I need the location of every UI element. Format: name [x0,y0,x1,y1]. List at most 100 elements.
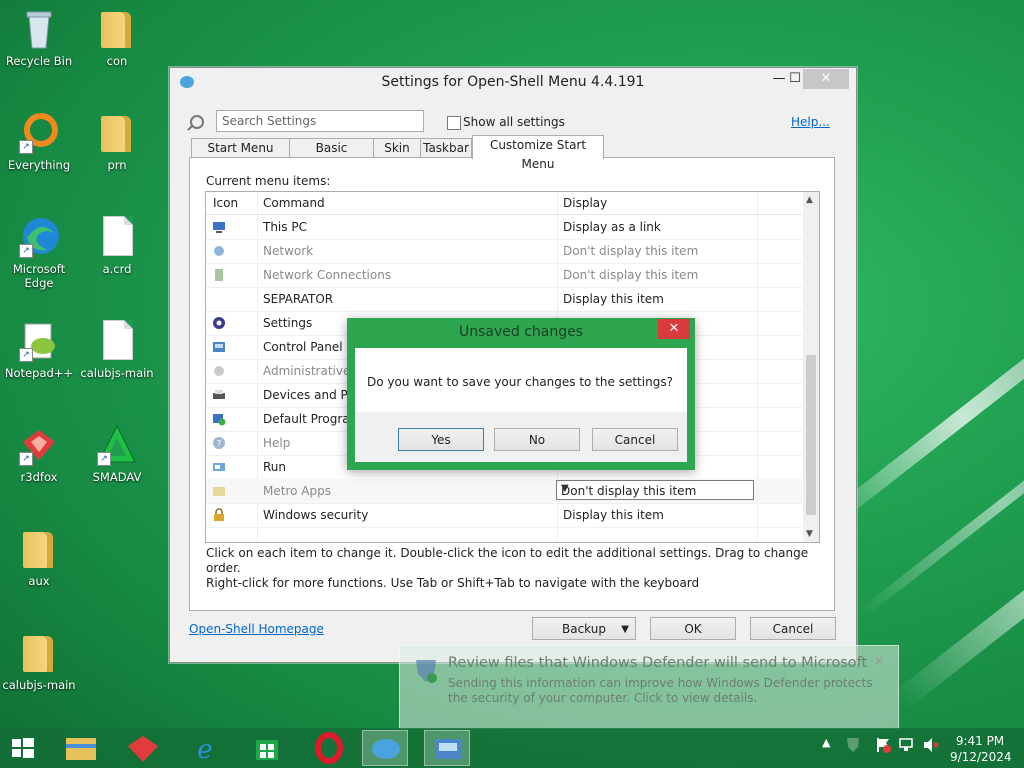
folder-icon [17,630,61,674]
taskbar-store[interactable] [244,730,290,766]
taskbar-opera[interactable] [306,730,352,766]
shortcut-arrow-icon: ↗ [19,244,33,258]
desktop-icon-recycle-bin[interactable]: Recycle Bin [1,6,77,68]
desktop-icon-notepadpp[interactable]: ↗ Notepad++ [1,318,77,380]
clock-time: 9:41 PM [955,734,1005,748]
tab-start-menu-style[interactable]: Start Menu Style [191,138,290,174]
desktop-icon-label: r3dfox [20,470,58,484]
notification-close-icon[interactable]: ✕ [874,654,884,668]
r3dfox-icon: ↗ [17,422,61,466]
desktop-icon-everything[interactable]: ↗ Everything [1,110,77,172]
dialog-close-button[interactable]: ✕ [658,319,690,339]
defender-notification[interactable]: Review files that Windows Defender will … [399,645,899,729]
control-panel-icon [213,342,225,352]
defender-tray-icon[interactable] [845,736,861,754]
action-center-flag-icon[interactable] [874,736,892,754]
open-shell-icon [372,739,400,759]
dialog-body: Do you want to save your changes to the … [355,348,687,412]
shortcut-arrow-icon: ↗ [19,140,33,154]
tab-taskbar[interactable]: Taskbar [420,138,472,158]
scroll-down-icon[interactable]: ▼ [806,529,813,539]
column-header-display[interactable]: Display [563,196,607,210]
tab-customize-start-menu[interactable]: Customize Start Menu [472,135,604,171]
taskbar-file-explorer[interactable] [58,730,104,766]
current-items-label: Current menu items: [206,174,331,188]
taskbar-r3dfox[interactable] [120,730,166,766]
close-button[interactable]: ✕ [803,69,849,89]
search-input[interactable] [216,110,424,132]
help-link[interactable]: Help... [791,115,830,129]
volume-muted-icon[interactable] [922,736,940,754]
display-dropdown[interactable]: Don't display this item ▼ [556,480,754,500]
cancel-button[interactable]: Cancel [750,617,836,640]
taskbar-open-shell-settings[interactable] [362,730,408,766]
taskbar-clock[interactable]: 9:41 PM 9/12/2024 [950,733,1012,765]
desktop-icon-label: SMADAV [92,470,142,484]
dialog-message: Do you want to save your changes to the … [367,375,673,389]
desktop-icon-label: Microsoft Edge [12,262,66,290]
search-icon [190,115,204,129]
list-item[interactable]: Network Connections Don't display this i… [206,263,802,288]
no-button[interactable]: No [494,428,580,451]
taskbar-control-panel[interactable] [424,730,470,766]
yes-button[interactable]: Yes [398,428,484,451]
start-button[interactable] [0,730,46,766]
backup-button[interactable]: Backup ▼ [532,617,636,640]
desktop-icon-prn[interactable]: prn [79,110,155,172]
settings-gear-icon [213,317,225,329]
item-command: Control Panel [263,340,343,354]
ok-button[interactable]: OK [650,617,736,640]
column-header-icon[interactable]: Icon [213,196,238,210]
desktop-icon-calubjs-main-folder[interactable]: calubjs-main [1,630,77,692]
dialog-cancel-button[interactable]: Cancel [592,428,678,451]
control-panel-icon [435,739,461,759]
list-item[interactable]: Windows security Display this item [206,503,802,528]
folder-icon [95,6,139,50]
desktop-icon-edge[interactable]: ↗ Microsoft Edge [1,214,77,290]
show-all-settings-checkbox[interactable] [447,116,461,130]
clock-date: 9/12/2024 [950,750,1012,764]
desktop-icon-label: prn [107,158,127,172]
list-item[interactable]: Metro Apps Don't display this item ▼ [206,479,802,504]
item-command: Settings [263,316,313,330]
taskbar: e ▲ [0,728,1024,768]
notepadpp-icon: ↗ [17,318,61,362]
dialog-footer: Yes No Cancel [355,412,687,462]
tab-basic-settings[interactable]: Basic Settings [289,138,374,174]
column-header-command[interactable]: Command [263,196,325,210]
desktop-icon-label: con [106,54,128,68]
window-titlebar[interactable]: Settings for Open-Shell Menu 4.4.191 — ☐… [170,68,856,96]
list-item[interactable]: This PC Display as a link [206,215,802,240]
list-scrollbar[interactable]: ▲ ▼ [803,192,819,542]
unsaved-changes-dialog: Unsaved changes ✕ Do you want to save yo… [347,318,695,470]
shortcut-arrow-icon: ↗ [19,452,33,466]
scroll-thumb[interactable] [806,355,816,515]
show-all-settings-label: Show all settings [463,115,565,129]
hint-line: Click on each item to change it. Double-… [206,546,809,575]
desktop-icon-aux[interactable]: aux [1,526,77,588]
item-display: Don't display this item [563,244,699,258]
item-command: This PC [263,220,307,234]
desktop-icon-calubjs-main[interactable]: calubjs-main [79,318,155,380]
item-display: Display this item [563,508,664,522]
desktop-icon-con[interactable]: con [79,6,155,68]
list-item[interactable]: SEPARATOR Display this item [206,287,802,312]
network-connections-icon [215,269,223,281]
network-tray-icon[interactable] [898,736,916,754]
svg-text:e: e [197,735,212,765]
item-command: Metro Apps [263,484,331,498]
open-shell-homepage-link[interactable]: Open-Shell Homepage [189,622,324,636]
show-hidden-icons[interactable]: ▲ [822,736,830,749]
desktop-icon-a-crd[interactable]: a.crd [79,214,155,276]
scroll-up-icon[interactable]: ▲ [806,195,813,205]
folder-icon [95,110,139,154]
desktop-icon-r3dfox[interactable]: ↗ r3dfox [1,422,77,484]
tab-skin[interactable]: Skin [373,138,421,158]
list-item[interactable]: Network Don't display this item [206,239,802,264]
desktop-icon-smadav[interactable]: ↗ SMADAV [79,422,155,484]
item-command: Run [263,460,287,474]
file-explorer-icon [66,738,96,760]
opera-icon [315,732,343,764]
notification-text: Sending this information can improve how… [448,676,873,705]
taskbar-internet-explorer[interactable]: e [182,730,228,766]
